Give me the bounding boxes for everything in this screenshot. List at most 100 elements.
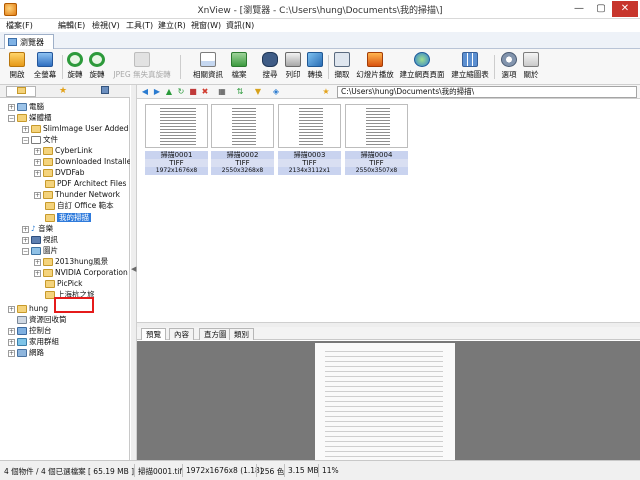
tree-item-music[interactable]: + ♪ 音樂 [22,223,53,234]
tree-item-cyberlink[interactable]: + CyberLink [34,145,93,156]
collapse-icon[interactable]: − [8,114,15,122]
collapse-icon[interactable]: − [22,247,29,255]
tab-categories[interactable]: 類別 [229,328,254,340]
tree-item-my-scans[interactable]: 我的掃描 [45,212,91,223]
tree-item-network[interactable]: + 網路 [8,347,44,358]
tab-categories[interactable] [90,86,120,97]
convert-button[interactable]: 轉換 [304,52,326,82]
tab-favorites[interactable]: ★ [48,86,78,97]
tree-item-hung[interactable]: + hung [8,303,48,314]
options-button[interactable]: 選項 [498,52,520,82]
menu-window[interactable]: 視窗(W) [191,20,221,31]
tree-item-picpick[interactable]: PicPick [45,278,82,289]
expand-icon[interactable]: + [22,225,29,233]
tab-histogram[interactable]: 直方圖 [199,328,232,340]
open-button[interactable]: 開啟 [3,52,31,82]
stop-icon[interactable]: ■ [188,87,198,97]
tree-item-thunder-network[interactable]: + Thunder Network [34,189,120,200]
file-button[interactable]: 檔案 [226,52,252,82]
tree-item-pictures[interactable]: − 圖片 [22,245,58,256]
tree-item-libraries[interactable]: − 媒體櫃 [8,112,52,123]
up-folder-icon[interactable]: ▲ [164,87,174,97]
tree-item-videos[interactable]: + 視訊 [22,234,58,245]
collapse-icon[interactable]: − [22,136,29,144]
video-icon [31,236,41,244]
expand-icon[interactable]: + [8,305,15,313]
fullscreen-button[interactable]: 全螢幕 [30,52,60,82]
libraries-icon [17,114,27,122]
thumbnail-format: TIFF [345,159,408,167]
expand-icon[interactable]: + [34,269,41,277]
jpeg-lossless-rotate-button[interactable]: JPEG 無失真旋轉 [110,52,174,82]
forward-icon[interactable]: ▶ [152,87,162,97]
tab-browser[interactable]: 瀏覽器 [4,34,54,49]
path-input[interactable]: C:\Users\hung\Documents\我的掃描\ [337,86,637,98]
create-contact-sheet-button[interactable]: 建立縮圖表 [450,52,490,82]
menu-file[interactable]: 檔案(F) [6,20,33,31]
expand-icon[interactable]: + [22,125,29,133]
close-button[interactable]: ✕ [612,1,638,17]
tab-properties[interactable]: 內容 [169,328,194,340]
favorites-star-icon[interactable]: ★ [321,87,331,97]
minimize-button[interactable]: — [568,1,590,17]
thumbnail-filename: 掃描0001 [145,151,208,159]
print-button[interactable]: 列印 [282,52,304,82]
tree-item-slimimage[interactable]: + SlimImage User Added [22,123,128,134]
expand-icon[interactable]: + [34,191,41,199]
tab-preview[interactable]: 預覽 [141,328,166,340]
slideshow-button[interactable]: 幻燈片播放 [356,52,394,82]
expand-icon[interactable]: + [8,349,15,357]
status-dimensions: 1972x1676x8 (1.18) [186,466,263,475]
expand-icon[interactable]: + [34,258,41,266]
tab-folders[interactable] [6,86,36,97]
tree-item-nvidia[interactable]: + NVIDIA Corporation [34,267,128,278]
expand-icon[interactable]: + [22,236,29,244]
menu-bar: 檔案(F) 編輯(E) 檢視(V) 工具(T) 建立(R) 視窗(W) 資訊(N… [0,19,640,32]
thumbnail-format: TIFF [211,159,274,167]
tree-item-control-panel[interactable]: + 控制台 [8,325,52,336]
expand-icon[interactable]: + [34,169,41,177]
expand-icon[interactable]: + [8,103,15,111]
tree-item-downloaded-installers[interactable]: + Downloaded Installe [34,156,130,167]
window-title: XnView - [瀏覽器 - C:\Users\hung\Documents\… [197,6,443,16]
rotate-right-button[interactable]: 旋轉 [86,52,108,82]
tree-item-documents[interactable]: − 文件 [22,134,58,145]
toolbar-separator [494,55,495,79]
menu-create[interactable]: 建立(R) [158,20,186,31]
tree-item-pdf-architect[interactable]: PDF Architect Files [45,178,126,189]
capture-button[interactable]: 擷取 [330,52,354,82]
expand-icon[interactable]: + [8,338,15,346]
properties-button[interactable]: 相關資訊 [190,52,226,82]
maximize-button[interactable]: ▢ [590,1,612,17]
view-mode-icon[interactable]: ▦ [217,87,227,97]
tree-item-homegroup[interactable]: + 家用群組 [8,336,59,347]
folder-icon [45,180,55,188]
tree-item-recycle-bin[interactable]: 資源回收筒 [17,314,67,325]
menu-edit[interactable]: 編輯(E) [58,20,85,31]
tree-item-dvdfab[interactable]: + DVDFab [34,167,85,178]
menu-view[interactable]: 檢視(V) [92,20,120,31]
menu-tools[interactable]: 工具(T) [126,20,153,31]
tree-item-computer[interactable]: + 電腦 [8,101,44,112]
rotate-left-button[interactable]: 旋轉 [64,52,86,82]
about-button[interactable]: 關於 [520,52,542,82]
expand-icon[interactable]: + [34,147,41,155]
collapse-left-arrow-icon[interactable]: ◀ [131,265,136,273]
user-folder-icon [17,305,27,313]
filter-icon[interactable]: ▼ [253,87,263,97]
thumbnail-size-icon[interactable]: ◈ [271,87,281,97]
tree-item-2013hung[interactable]: +2013hung風景 [34,256,108,267]
refresh-icon[interactable]: ↻ [176,87,186,97]
tree-item-office-templates[interactable]: 自訂 Office 範本 [45,200,114,211]
create-webpage-button[interactable]: 建立網頁頁面 [398,52,446,82]
expand-icon[interactable]: + [8,327,15,335]
thumbnail-format: TIFF [278,159,341,167]
delete-icon[interactable]: ✖ [200,87,210,97]
expand-icon[interactable]: + [34,158,41,166]
file-icon [231,52,247,67]
search-button[interactable]: 搜尋 [258,52,282,82]
sort-icon[interactable]: ⇅ [235,87,245,97]
back-icon[interactable]: ◀ [140,87,150,97]
menu-info[interactable]: 資訊(N) [226,20,254,31]
binoculars-icon [262,52,278,67]
